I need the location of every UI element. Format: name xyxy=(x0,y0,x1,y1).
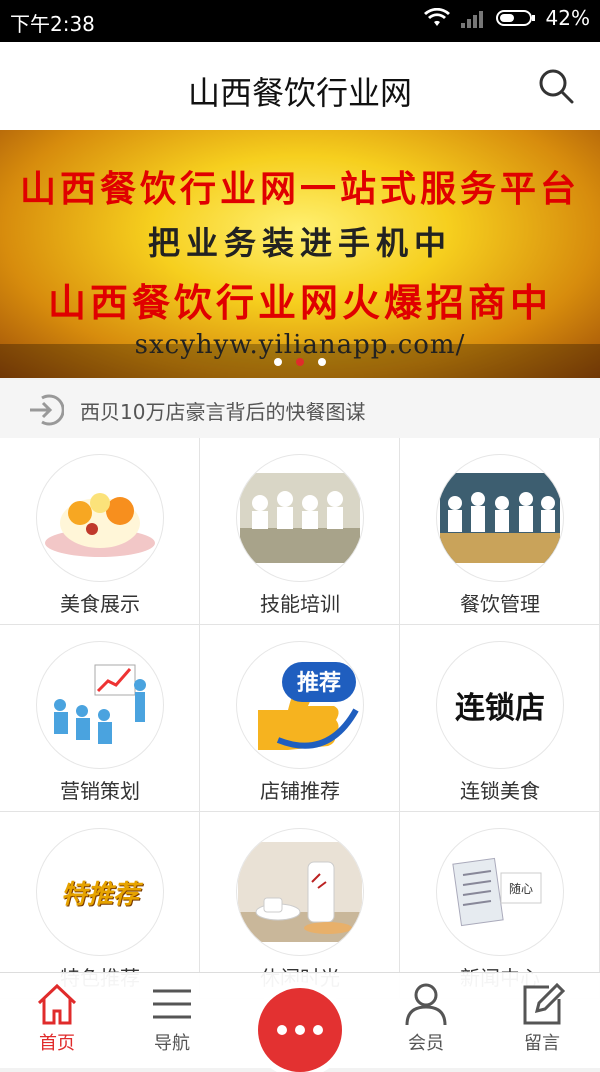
more-dots-icon xyxy=(277,1025,323,1035)
banner-url: sxcyhyw.yilianapp.com/ xyxy=(134,330,466,360)
grid-item-skill-training[interactable]: 技能培训 xyxy=(200,438,400,625)
grid-item-marketing[interactable]: 营销策划 xyxy=(0,625,200,812)
pagination-dot[interactable] xyxy=(318,358,326,366)
grid-item-label: 连锁美食 xyxy=(460,779,540,803)
signal-icon xyxy=(460,11,483,28)
special-recommend-text-image: 特推荐 xyxy=(36,828,164,956)
status-bar: 下午2:38 42% xyxy=(0,0,600,42)
tab-nav[interactable]: 导航 xyxy=(132,977,212,1067)
tab-home[interactable]: 首页 xyxy=(17,977,97,1067)
status-time: 下午2:38 xyxy=(10,12,95,36)
grid-item-label: 营销策划 xyxy=(60,779,140,803)
pagination-dot[interactable] xyxy=(274,358,282,366)
tab-home-label: 首页 xyxy=(39,1033,75,1054)
grid-item-label: 美食展示 xyxy=(60,592,140,616)
grid-item-chain-food[interactable]: 连锁店 连锁美食 xyxy=(400,625,600,812)
grid-item-catering-management[interactable]: 餐饮管理 xyxy=(400,438,600,625)
tab-message[interactable]: 留言 xyxy=(502,977,582,1067)
news-headline: 西贝10万店豪言背后的快餐图谋 xyxy=(80,400,366,424)
tab-message-label: 留言 xyxy=(524,1033,560,1054)
wifi-icon xyxy=(423,8,450,26)
news-badge-text: 随心 xyxy=(509,881,533,896)
chain-store-text: 连锁店 xyxy=(455,691,545,726)
search-icon[interactable] xyxy=(538,68,574,104)
more-actions-button[interactable] xyxy=(258,988,342,1072)
page-title: 山西餐饮行业网 xyxy=(187,74,412,112)
presentation-image xyxy=(36,641,164,769)
grid-item-leisure-time[interactable]: 休闲时光 xyxy=(200,812,400,999)
banner-line-1: 山西餐饮行业网一站式服务平台 xyxy=(19,168,580,210)
home-icon xyxy=(37,983,77,1025)
special-recommend-text: 特推荐 xyxy=(60,879,139,910)
grid-item-news-center[interactable]: 随心 新闻中心 xyxy=(400,812,600,999)
tea-set-image xyxy=(236,828,364,956)
app-header: 山西餐饮行业网 xyxy=(0,42,600,131)
chain-store-text-image: 连锁店 xyxy=(436,641,564,769)
tab-member[interactable]: 会员 xyxy=(386,977,466,1067)
menu-lines-icon xyxy=(153,989,191,1019)
login-arrow-icon xyxy=(30,394,64,426)
grid-item-food-show[interactable]: 美食展示 xyxy=(0,438,200,625)
banner-line-2: 把业务装进手机中 xyxy=(147,224,452,262)
grid-item-store-recommend[interactable]: 推荐 店铺推荐 xyxy=(200,625,400,812)
grid-item-label: 技能培训 xyxy=(260,592,340,616)
banner-line-3: 山西餐饮行业网火爆招商中 xyxy=(47,280,552,325)
food-dessert-image xyxy=(36,454,164,582)
grid-item-special-recommend[interactable]: 特推荐 特色推荐 xyxy=(0,812,200,999)
category-grid: 美食展示 技能培训 餐饮管理 营销策划 推荐 店铺推荐 连锁店 连锁美食 特推荐 xyxy=(0,438,600,999)
thumbs-up-recommend-image: 推荐 xyxy=(236,641,364,769)
promo-banner[interactable]: 山西餐饮行业网一站式服务平台 把业务装进手机中 山西餐饮行业网火爆招商中 sxc… xyxy=(0,130,600,378)
tab-nav-label: 导航 xyxy=(154,1033,190,1054)
pagination-dot-active[interactable] xyxy=(296,358,304,366)
newspaper-image: 随心 xyxy=(436,828,564,956)
user-icon xyxy=(405,983,447,1026)
news-ticker[interactable]: 西贝10万店豪言背后的快餐图谋 xyxy=(0,380,600,439)
chefs-team-image xyxy=(436,454,564,582)
banner-pagination xyxy=(0,358,600,366)
edit-note-icon xyxy=(523,982,565,1025)
battery-level: 42% xyxy=(545,6,590,30)
chefs-training-image xyxy=(236,454,364,582)
grid-item-label: 餐饮管理 xyxy=(460,592,540,616)
tab-member-label: 会员 xyxy=(408,1033,444,1054)
recommend-badge-text: 推荐 xyxy=(297,670,341,696)
battery-icon xyxy=(495,10,535,26)
grid-item-label: 店铺推荐 xyxy=(260,779,340,803)
